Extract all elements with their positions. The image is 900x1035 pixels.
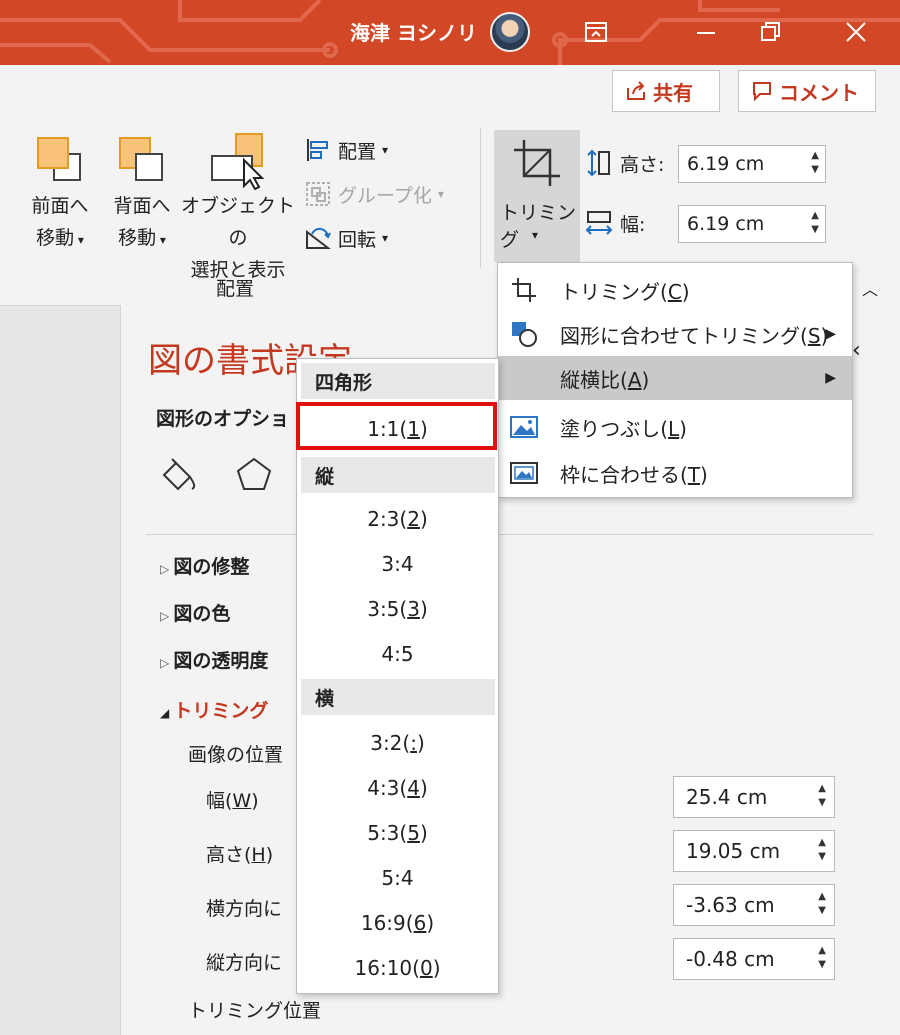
- crop-position-label: トリミング位置: [188, 1000, 322, 1022]
- align-label: 配置: [338, 140, 377, 163]
- send-backward-icon: [119, 137, 163, 181]
- image-position-label: 画像の位置: [188, 744, 284, 766]
- width-icon: [585, 211, 613, 235]
- menu-item-crop-to-shape[interactable]: 図形に合わせてトリミング(S) ▶: [498, 312, 852, 356]
- fit-picture-icon: [510, 462, 538, 484]
- crop-small-icon: [512, 278, 536, 302]
- width-value: 6.19 cm: [687, 213, 765, 235]
- group-button[interactable]: グループ化 ▾: [304, 180, 444, 208]
- offset-x-label: 横方向に: [206, 898, 283, 920]
- height-icon: [587, 149, 610, 177]
- shape-options-tab[interactable]: 図形のオプショ: [156, 404, 289, 431]
- effects-icon[interactable]: [234, 455, 274, 500]
- height-label-row: 高さ:: [584, 148, 664, 178]
- comment-icon: [753, 82, 771, 102]
- ratio-3-2[interactable]: 3:2(:): [297, 723, 498, 763]
- pane-divider: [146, 534, 874, 535]
- section-picture-transparency[interactable]: ▷ 図の透明度: [160, 646, 268, 673]
- height-value: 6.19 cm: [687, 153, 765, 175]
- ratio-16-10[interactable]: 16:10(0): [297, 948, 498, 988]
- picture-height-label: 高さ(H): [206, 844, 274, 866]
- menu-item-crop[interactable]: トリミング(C): [498, 268, 852, 312]
- send-backward-button[interactable]: 背面へ 移動 ▾: [102, 130, 182, 256]
- share-icon: [627, 81, 645, 100]
- ribbon-separator: [480, 128, 481, 268]
- share-label: 共有: [653, 80, 693, 105]
- ratio-5-3[interactable]: 5:3(5): [297, 813, 498, 853]
- picture-width-input[interactable]: 25.4 cm ▲ ▼: [673, 776, 835, 818]
- ratio-5-4[interactable]: 5:4: [297, 858, 498, 898]
- submenu-arrow-icon: ▶: [825, 326, 836, 342]
- selection-pane-line1: オブジェクトの: [180, 195, 295, 249]
- group-icon: [306, 182, 330, 206]
- width-label: 幅:: [620, 213, 646, 236]
- width-label-row: 幅:: [584, 208, 645, 238]
- menu-item-fit[interactable]: 枠に合わせる(T): [498, 451, 852, 495]
- bring-forward-icon: [37, 137, 81, 181]
- rotate-icon: [306, 228, 331, 249]
- fill-line-icon[interactable]: [158, 455, 198, 500]
- section-picture-corrections[interactable]: ▷ 図の修整: [160, 552, 249, 579]
- bring-forward-button[interactable]: 前面へ 移動 ▾: [20, 130, 100, 256]
- menu-item-aspect-ratio[interactable]: 縦横比(A) ▶: [498, 356, 852, 400]
- arrange-group-label: 配置: [216, 278, 255, 300]
- square-header: 四角形: [301, 363, 495, 399]
- ratio-16-9[interactable]: 16:9(6): [297, 903, 498, 943]
- crop-menu: トリミング(C) 図形に合わせてトリミング(S) ▶ 縦横比(A) ▶ 塗りつぶ…: [497, 262, 853, 498]
- width-input[interactable]: 6.19 cm ▲ ▼: [678, 205, 826, 243]
- group-label: グループ化: [338, 184, 432, 207]
- ratio-4-5[interactable]: 4:5: [297, 634, 498, 674]
- crop-dropdown-arrow: ▾: [532, 228, 539, 242]
- fill-picture-icon: [510, 416, 538, 438]
- crop-button[interactable]: トリミング ▾: [494, 130, 580, 262]
- restore-icon[interactable]: [752, 14, 788, 50]
- highlight-annotation: [296, 402, 497, 450]
- ratio-3-4[interactable]: 3:4: [297, 544, 498, 584]
- offset-y-label: 縦方向に: [206, 952, 283, 974]
- comment-button[interactable]: コメント: [738, 70, 876, 112]
- close-icon[interactable]: [838, 14, 874, 50]
- landscape-header: 横: [301, 679, 495, 715]
- section-crop[interactable]: ◢ トリミング: [160, 696, 268, 723]
- height-input[interactable]: 6.19 cm ▲ ▼: [678, 145, 826, 183]
- menu-item-fill[interactable]: 塗りつぶし(L): [498, 405, 852, 449]
- selection-pane-button[interactable]: オブジェクトの 選択と表示: [180, 130, 296, 286]
- picture-width-label: 幅(W): [206, 790, 259, 812]
- offset-x-input[interactable]: -3.63 cm ▲ ▼: [673, 884, 835, 926]
- section-picture-color[interactable]: ▷ 図の色: [160, 599, 230, 626]
- ratio-3-5[interactable]: 3:5(3): [297, 589, 498, 629]
- share-button[interactable]: 共有: [612, 70, 720, 112]
- send-backward-line2: 移動: [118, 227, 157, 249]
- ratio-4-3[interactable]: 4:3(4): [297, 768, 498, 808]
- submenu-arrow-icon: ▶: [825, 370, 836, 386]
- crop-label: トリミング: [500, 202, 577, 251]
- height-spinner[interactable]: ▲ ▼: [811, 149, 819, 177]
- selection-pane-icon: [211, 133, 265, 190]
- bring-forward-line2: 移動: [36, 227, 75, 249]
- crop-icon: [514, 140, 560, 186]
- comment-label: コメント: [779, 80, 859, 105]
- collapse-ribbon-icon[interactable]: ︿: [862, 276, 878, 300]
- bring-forward-line1: 前面へ: [31, 195, 89, 217]
- crop-to-shape-icon: [512, 322, 537, 347]
- send-backward-line1: 背面へ: [113, 195, 171, 217]
- portrait-header: 縦: [301, 457, 495, 493]
- width-spinner[interactable]: ▲ ▼: [811, 209, 819, 237]
- pane-nav-icon[interactable]: ‹: [852, 338, 861, 363]
- picture-height-input[interactable]: 19.05 cm ▲ ▼: [673, 830, 835, 872]
- ratio-2-3[interactable]: 2:3(2): [297, 499, 498, 539]
- user-name: 海津 ヨシノリ: [350, 21, 477, 45]
- ribbon-display-icon[interactable]: [578, 14, 614, 50]
- height-label: 高さ:: [620, 153, 665, 176]
- minimize-icon[interactable]: [688, 14, 724, 50]
- rotate-button[interactable]: 回転 ▾: [304, 224, 388, 252]
- align-button[interactable]: 配置 ▾: [304, 136, 388, 164]
- title-bar: 海津 ヨシノリ: [0, 0, 900, 65]
- align-icon: [307, 139, 328, 161]
- aspect-ratio-submenu: 四角形 1:1(1) 縦 2:3(2) 3:4 3:5(3) 4:5 横 3:2…: [296, 358, 499, 994]
- avatar[interactable]: [490, 12, 530, 52]
- offset-y-input[interactable]: -0.48 cm ▲ ▼: [673, 938, 835, 980]
- rotate-label: 回転: [338, 228, 377, 251]
